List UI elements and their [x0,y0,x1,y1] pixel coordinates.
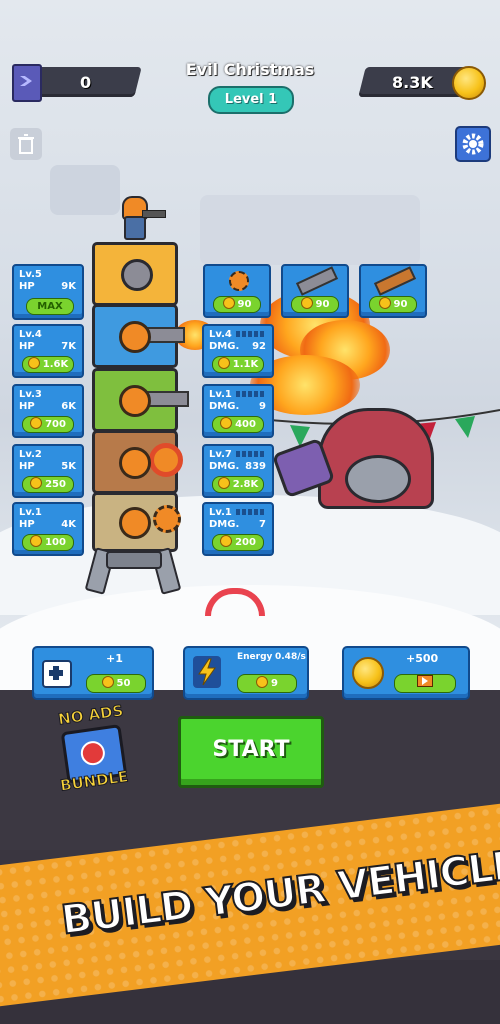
lightning-icon [193,656,221,688]
level-bars [236,331,266,337]
coin-icon [452,66,486,100]
card-level: Lv.1 [209,507,232,518]
dmg-label: DMG. [209,461,240,472]
vehicle-block-flamethrower[interactable] [92,304,185,368]
medkit-icon [42,660,72,688]
vehicle-legs [84,545,182,595]
weapon-shop-card-saw[interactable]: 90 [203,264,271,318]
card-level: Lv.1 [19,507,42,518]
hp-label: HP [19,461,35,472]
max-badge: MAX [26,298,74,315]
upgrade-price: 250 [45,479,66,490]
upgrade-price: 1.1K [232,359,259,370]
hp-label: HP [19,401,35,412]
hp-upgrade-card[interactable]: Lv.5 HP 9K MAX [12,264,84,320]
enemy-cannon [345,455,411,503]
hp-value: 7K [61,341,76,352]
card-level: Lv.5 [19,269,42,280]
dmg-value: 839 [245,461,266,472]
card-level: Lv.1 [209,389,232,400]
energy-price: 9 [271,678,278,689]
weapon-shop-card-chainsaw[interactable]: 90 [359,264,427,318]
level-bars [236,509,266,515]
hp-value: 4K [61,519,76,530]
energy-boost-card[interactable]: Energy 0.48/s 9 [183,646,309,700]
level-bars [236,451,266,457]
card-level: Lv.7 [209,449,232,460]
hp-upgrade-card[interactable]: Lv.2 HP 5K 250 [12,444,84,498]
weapon-price: 90 [315,299,330,310]
ice-block-decor [50,165,120,215]
dmg-label: DMG. [209,519,240,530]
upgrade-price: 1.6K [42,359,69,370]
coin-bonus-amount: +500 [406,652,439,665]
hp-value: 6K [61,401,76,412]
coin-counter: 8.3K [392,73,433,92]
dmg-upgrade-card[interactable]: Lv.1 DMG. 9 400 [202,384,274,438]
vehicle-block-cannon[interactable] [92,368,189,432]
card-level: Lv.4 [19,329,42,340]
hp-label: HP [19,281,35,292]
hp-upgrade-card[interactable]: Lv.1 HP 4K 100 [12,502,84,556]
upgrade-price: 400 [235,419,256,430]
heal-price: 50 [116,678,131,689]
dmg-value: 92 [252,341,266,352]
video-play-icon [417,675,433,687]
upgrade-price: 2.8K [232,479,259,490]
level-badge: Level 1 [208,86,294,114]
settings-button[interactable] [455,126,491,162]
vehicle-block-top[interactable] [92,242,178,306]
trash-icon [18,134,34,154]
heal-boost-card[interactable]: +1 50 [32,646,154,700]
start-button[interactable]: START [178,716,324,788]
level-bars [236,391,266,397]
dmg-upgrade-card[interactable]: Lv.7 DMG. 839 2.8K [202,444,274,498]
card-level: Lv.4 [209,329,232,340]
dmg-upgrade-card[interactable]: Lv.4 DMG. 92 1.1K [202,324,274,378]
stage-title: Evil Christmas [185,60,315,79]
upgrade-price: 100 [45,537,66,548]
chainsaw-icon [373,266,417,296]
weapon-price: 90 [237,299,252,310]
energy-label: Energy [237,652,273,662]
gear-icon [462,133,484,155]
card-level: Lv.2 [19,449,42,460]
upgrade-price: 200 [235,537,256,548]
dmg-label: DMG. [209,401,240,412]
watch-ad-button[interactable] [394,674,456,693]
weapon-price: 90 [393,299,408,310]
saw-blade-icon [229,271,249,291]
cards-counter: 0 [80,73,92,92]
no-ads-icon [79,739,107,767]
driver-character [118,196,166,240]
upgrade-price: 700 [45,419,66,430]
hp-upgrade-card[interactable]: Lv.4 HP 7K 1.6K [12,324,84,378]
dmg-value: 9 [259,401,266,412]
hp-value: 5K [61,461,76,472]
hp-value: 9K [61,281,76,292]
hp-label: HP [19,341,35,352]
dmg-upgrade-card[interactable]: Lv.1 DMG. 7 200 [202,502,274,556]
vehicle-block-drill[interactable] [92,430,183,494]
coin-boost-card[interactable]: +500 [342,646,470,700]
coin-icon [352,657,384,689]
card-level: Lv.3 [19,389,42,400]
dmg-label: DMG. [209,341,240,352]
trash-button[interactable] [10,128,42,160]
energy-rate: 0.48/s [275,652,306,662]
vehicle-block-saw[interactable] [92,492,181,552]
hp-upgrade-card[interactable]: Lv.3 HP 6K 700 [12,384,84,438]
cannon-icon [295,266,339,296]
dmg-value: 7 [259,519,266,530]
no-ads-bundle-button[interactable]: NO ADS BUNDLE [44,701,134,802]
skip-book-icon[interactable] [12,64,42,102]
heal-amount: +1 [106,652,123,665]
snow-mountain-decor [200,195,420,265]
hp-label: HP [19,519,35,530]
weapon-shop-card-cannon[interactable]: 90 [281,264,349,318]
